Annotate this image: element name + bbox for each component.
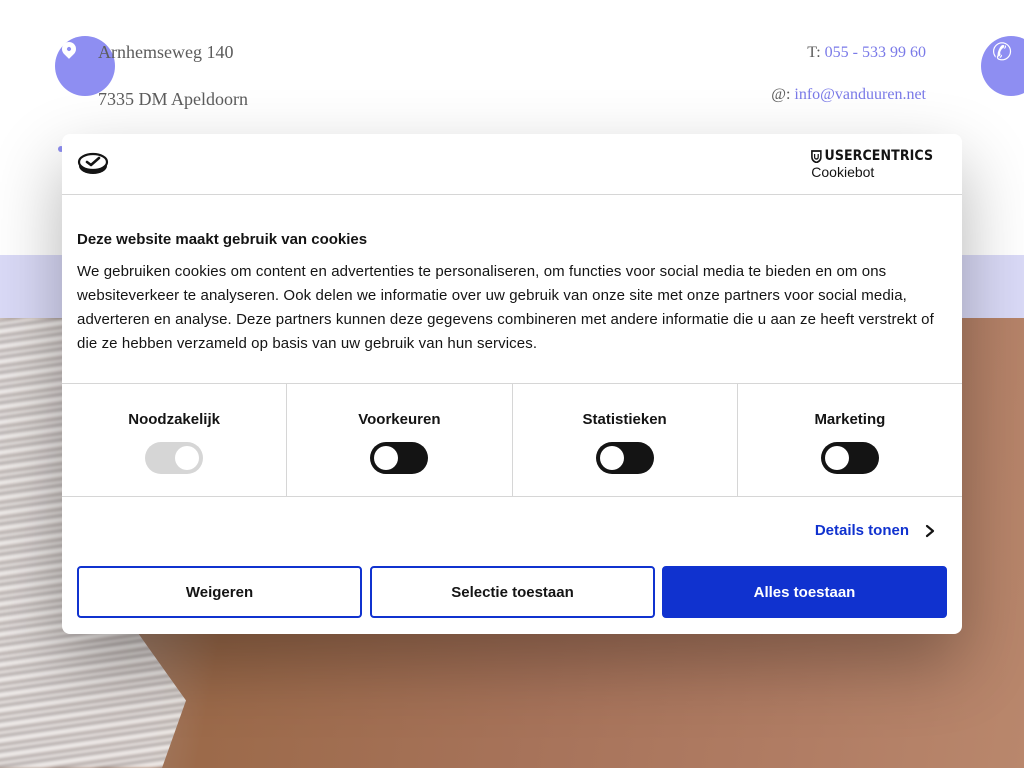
contact-email: @: info@vanduuren.net [771, 86, 926, 104]
consent-toggles: Noodzakelijk Voorkeuren Statistieken Mar… [62, 383, 962, 497]
switch-knob [175, 446, 200, 470]
dialog-header: USERCENTRICS Cookiebot [62, 134, 962, 195]
statistics-switch[interactable] [595, 442, 654, 474]
toggle-label: Statistieken [582, 411, 667, 428]
allow-selection-button[interactable]: Selectie toestaan [370, 566, 655, 618]
shield-icon [811, 149, 822, 163]
marketing-switch[interactable] [820, 442, 879, 474]
switch-knob [599, 446, 624, 470]
brand-name-row: USERCENTRICS [811, 148, 933, 164]
preferences-switch[interactable] [370, 442, 429, 474]
contact-phone: T: 055 - 533 99 60 [807, 44, 926, 62]
chevron-right-icon[interactable] [923, 524, 937, 538]
usercentrics-brand[interactable]: USERCENTRICS Cookiebot [811, 148, 947, 180]
toggle-preferences: Voorkeuren [287, 384, 513, 496]
toggle-statistics: Statistieken [513, 384, 738, 496]
cookiebot-logo-icon [77, 152, 109, 174]
email-prefix: @: [771, 86, 791, 103]
toggle-necessary: Noodzakelijk [62, 384, 288, 496]
cookie-consent-dialog: USERCENTRICS Cookiebot Deze website maak… [62, 134, 962, 634]
phone-prefix: T: [807, 44, 821, 61]
toggle-label: Voorkeuren [358, 411, 441, 428]
necessary-switch [145, 442, 204, 474]
switch-knob [374, 446, 399, 470]
toggle-label: Noodzakelijk [128, 411, 220, 428]
dialog-body: Deze website maakt gebruik van cookies W… [77, 230, 947, 356]
phone-link[interactable]: 055 - 533 99 60 [825, 44, 926, 61]
toggle-label: Marketing [814, 411, 886, 428]
address-city: 7335 DM Apeldoorn [98, 89, 248, 109]
allow-all-button[interactable]: Alles toestaan [662, 566, 947, 618]
brand-name: USERCENTRICS [824, 148, 934, 164]
dialog-description: We gebruiken cookies om content en adver… [77, 263, 934, 352]
refuse-button[interactable]: Weigeren [77, 566, 362, 618]
details-link[interactable]: Details tonen [815, 522, 909, 539]
toggle-marketing: Marketing [738, 384, 962, 496]
switch-knob [824, 446, 849, 470]
phone-handset-glyph: ✆ [992, 38, 1013, 66]
dialog-title: Deze website maakt gebruik van cookies [77, 231, 368, 248]
email-link[interactable]: info@vanduuren.net [794, 86, 926, 103]
address-street: Arnhemseweg 140 [98, 42, 234, 62]
brand-subtitle: Cookiebot [811, 164, 875, 180]
